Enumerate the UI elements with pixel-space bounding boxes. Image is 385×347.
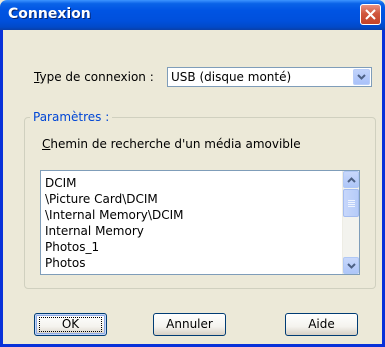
- close-icon: [365, 9, 376, 20]
- scroll-thumb[interactable]: [343, 189, 359, 217]
- list-item[interactable]: \Picture Card\DCIM: [45, 191, 183, 207]
- search-path-label: Chemin de recherche d'un média amovible: [42, 137, 301, 151]
- chevron-down-icon: [357, 74, 366, 80]
- close-button[interactable]: [360, 4, 381, 25]
- connection-type-value: USB (disque monté): [171, 70, 292, 84]
- chevron-up-icon: [347, 177, 356, 183]
- scroll-up-button[interactable]: [343, 171, 359, 188]
- focus-indicator: [39, 317, 102, 332]
- ok-button[interactable]: OK: [34, 313, 107, 336]
- search-path-label-text: hemin de recherche d'un média amovible: [50, 137, 301, 151]
- cancel-button[interactable]: Annuler: [153, 313, 226, 336]
- vertical-scrollbar[interactable]: [342, 171, 359, 274]
- list-item[interactable]: \Internal Memory\DCIM: [45, 207, 183, 223]
- dropdown-button[interactable]: [353, 69, 370, 85]
- list-item[interactable]: Internal Memory: [45, 223, 183, 239]
- list-item[interactable]: DCIM: [45, 175, 183, 191]
- connection-type-label: Type de connexion :: [34, 70, 154, 84]
- cancel-button-label: Annuler: [166, 317, 213, 331]
- list-item[interactable]: Photos_1: [45, 239, 183, 255]
- window-title: Connexion: [8, 6, 91, 22]
- help-button[interactable]: Aide: [285, 313, 358, 336]
- help-button-label: Aide: [308, 317, 335, 331]
- connection-type-label-text: ype de connexion :: [39, 70, 154, 84]
- connection-type-select[interactable]: USB (disque monté): [167, 67, 372, 87]
- search-path-list[interactable]: DCIM \Picture Card\DCIM \Internal Memory…: [40, 170, 360, 275]
- title-bar[interactable]: Connexion: [0, 0, 385, 30]
- list-item[interactable]: Photos: [45, 255, 183, 271]
- chevron-down-icon: [347, 263, 356, 269]
- scroll-down-button[interactable]: [343, 257, 359, 274]
- settings-group-label: Paramètres :: [30, 110, 113, 124]
